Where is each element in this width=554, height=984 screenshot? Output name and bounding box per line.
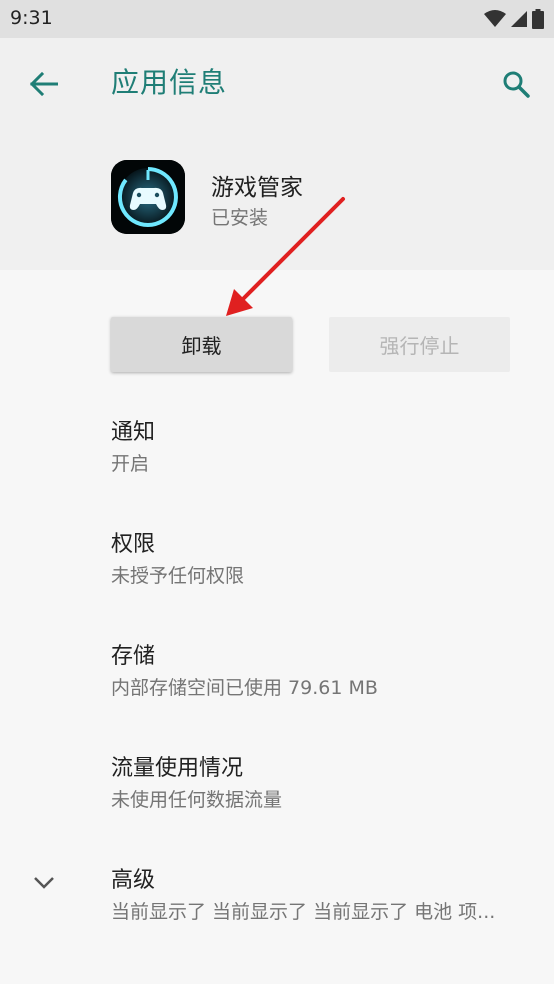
settings-item-title: 流量使用情况 [111, 756, 244, 781]
page-title: 应用信息 [111, 66, 228, 99]
settings-item-title: 高级 [111, 868, 156, 893]
status-icons [484, 8, 544, 30]
battery-icon [532, 9, 544, 29]
settings-item-subtitle: 当前显示了 当前显示了 当前显示了 电池 项... [111, 901, 496, 923]
settings-item-title: 通知 [111, 420, 156, 445]
settings-item-subtitle: 未授予任何权限 [111, 565, 245, 587]
settings-item-storage[interactable]: 存储 内部存储空间已使用 79.61 MB [0, 638, 554, 738]
settings-item-subtitle: 内部存储空间已使用 79.61 MB [111, 677, 378, 699]
app-icon [111, 160, 185, 234]
settings-item-title: 存储 [111, 644, 156, 669]
status-bar: 9:31 [0, 0, 554, 38]
status-time: 9:31 [10, 7, 53, 29]
search-button[interactable] [494, 62, 538, 106]
settings-item-subtitle: 开启 [111, 453, 150, 475]
settings-item-permissions[interactable]: 权限 未授予任何权限 [0, 526, 554, 626]
settings-item-subtitle: 未使用任何数据流量 [111, 789, 283, 811]
app-install-status: 已安装 [211, 207, 269, 229]
search-icon [503, 71, 530, 98]
app-header: 应用信息 游戏管家 已安装 [0, 38, 554, 270]
settings-item-notifications[interactable]: 通知 开启 [0, 414, 554, 514]
gamepad-icon [111, 160, 185, 234]
settings-item-title: 权限 [111, 532, 156, 557]
wifi-icon [484, 10, 506, 27]
chevron-down-icon [34, 877, 54, 889]
settings-item-advanced[interactable]: 高级 当前显示了 当前显示了 当前显示了 电池 项... [0, 862, 554, 962]
arrow-left-icon [30, 72, 58, 96]
back-button[interactable] [22, 62, 66, 106]
uninstall-button[interactable]: 卸载 [111, 317, 292, 372]
settings-item-data-usage[interactable]: 流量使用情况 未使用任何数据流量 [0, 750, 554, 850]
force-stop-button[interactable]: 强行停止 [329, 317, 510, 372]
app-name: 游戏管家 [211, 175, 303, 201]
signal-icon [511, 11, 527, 27]
